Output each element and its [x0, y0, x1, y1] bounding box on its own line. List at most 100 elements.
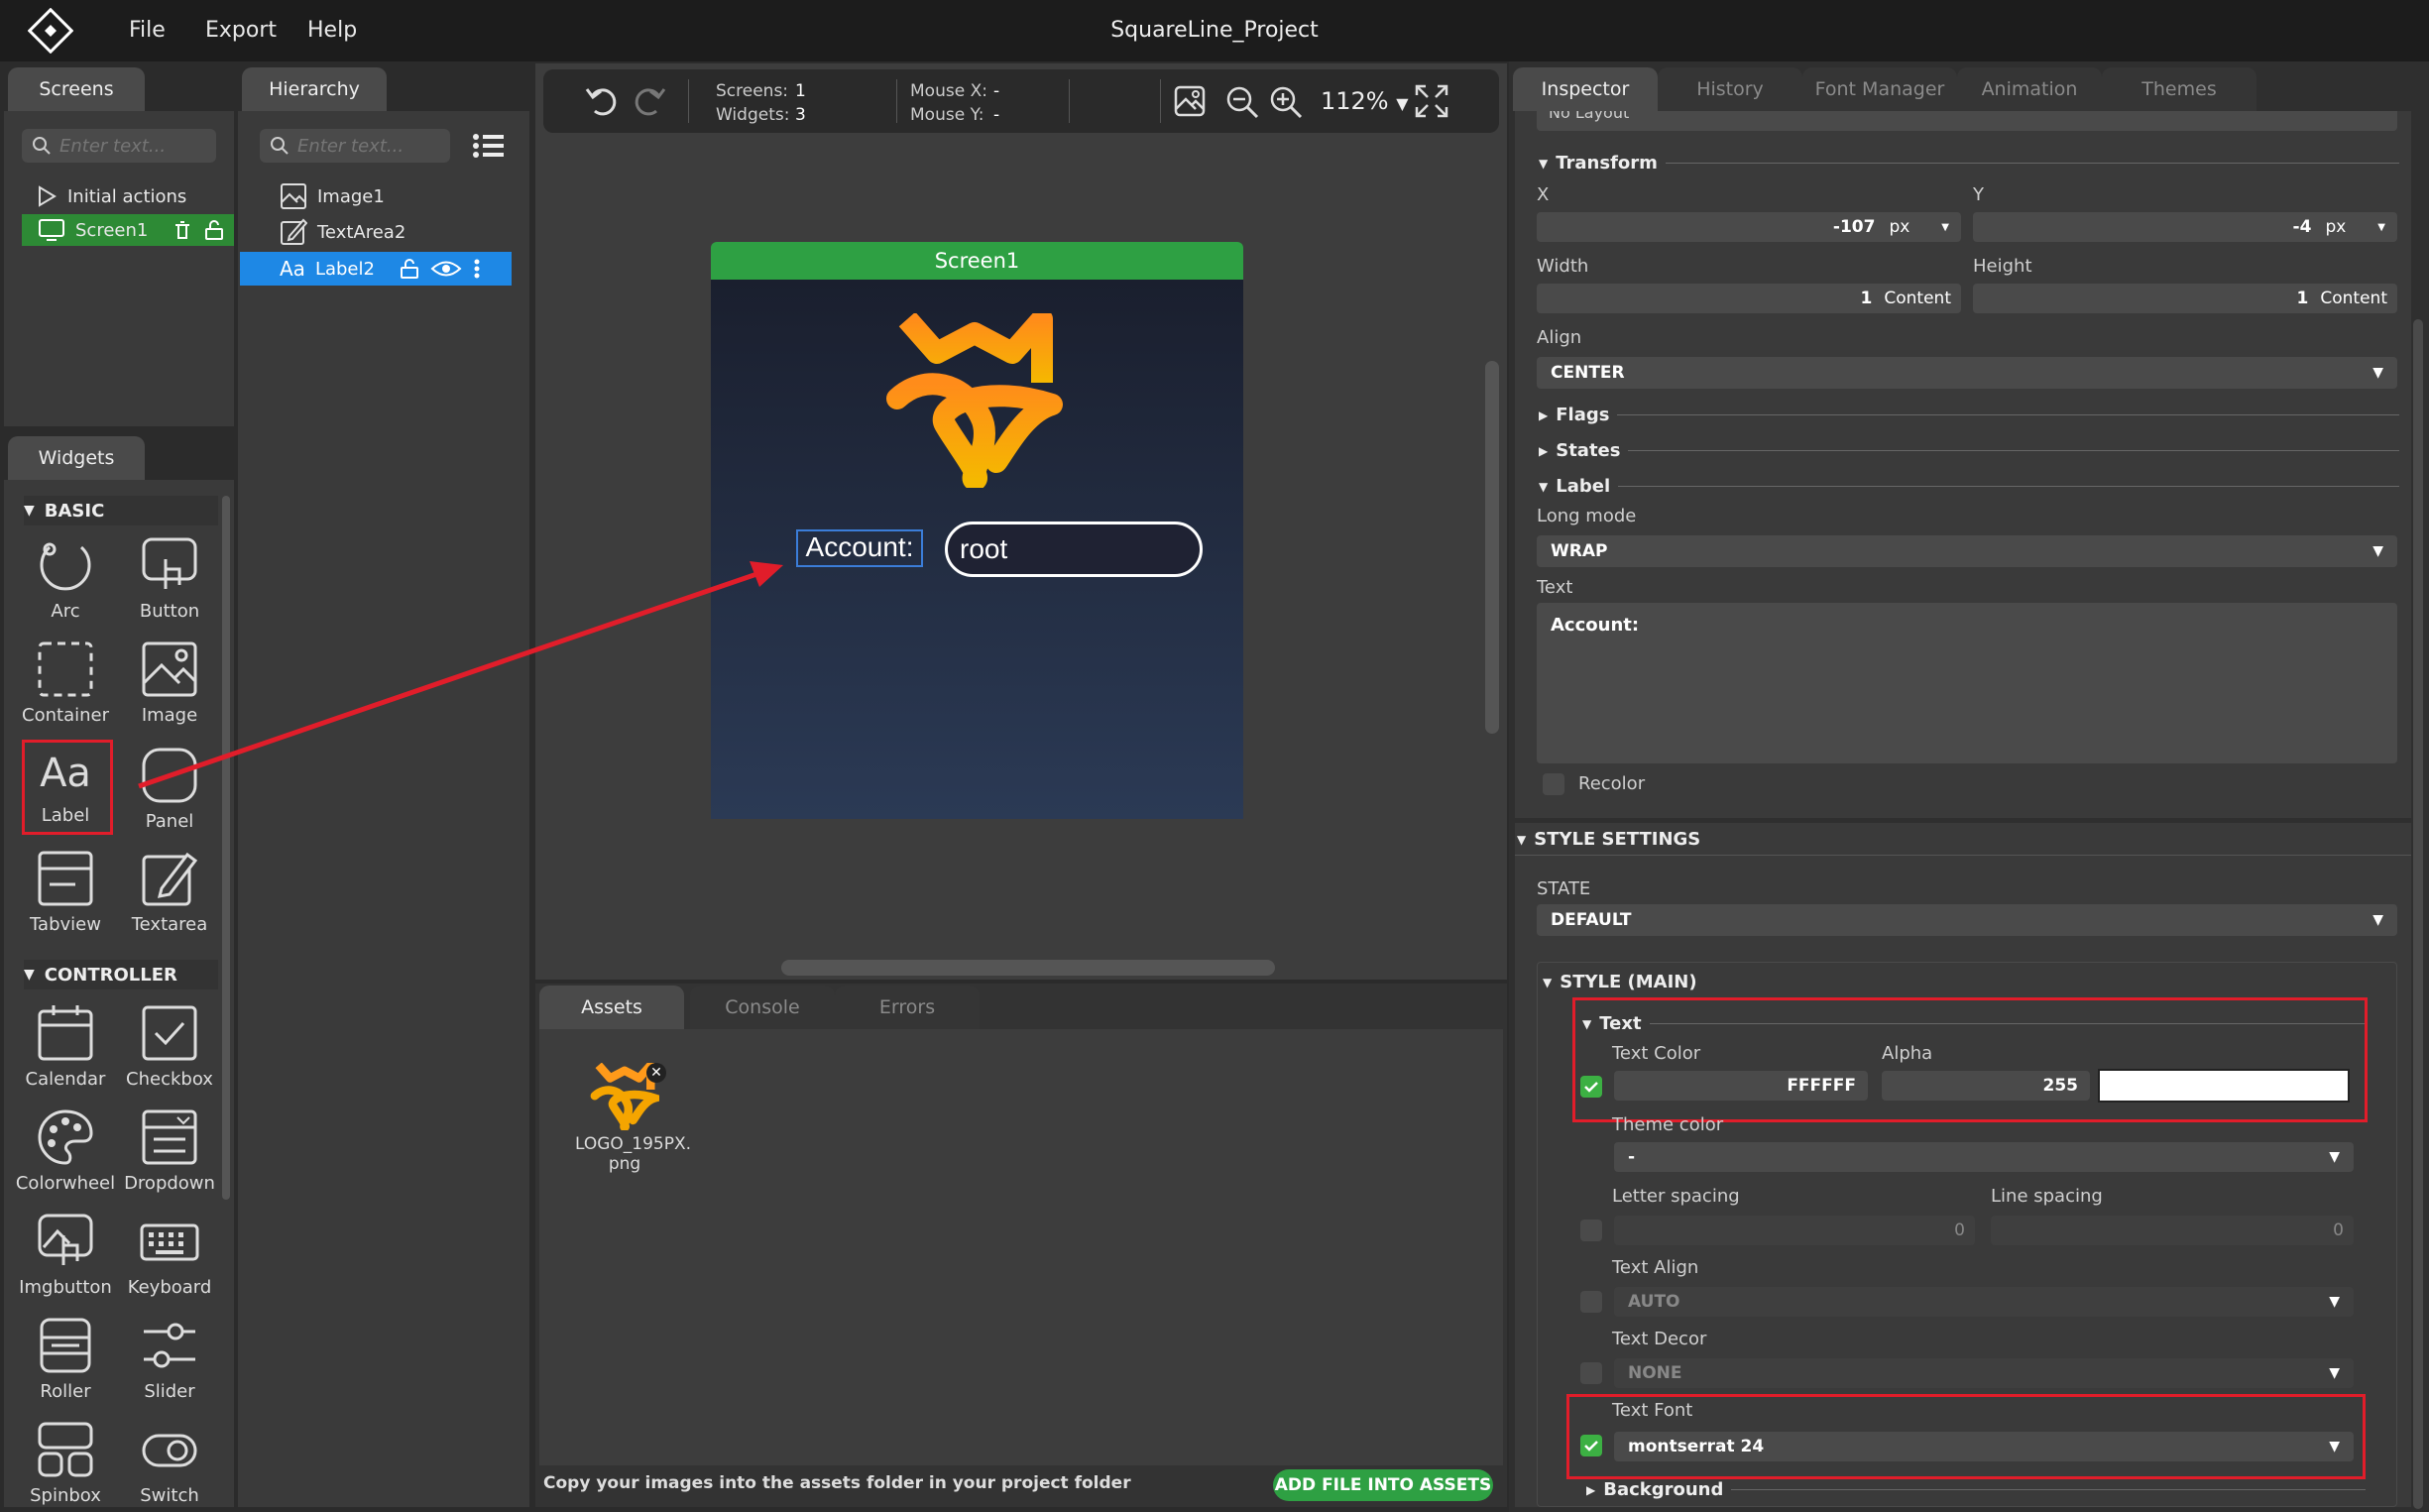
device-screen[interactable]: Account: root	[711, 280, 1243, 819]
text-decor-dropdown[interactable]: NONE ▼	[1614, 1358, 2354, 1388]
text-decor-checkbox[interactable]	[1580, 1362, 1602, 1384]
widget-imgbutton[interactable]: Imgbutton	[14, 1212, 117, 1298]
widget-panel[interactable]: Panel	[118, 746, 221, 832]
inspector-scrollbar[interactable]	[2413, 319, 2423, 1509]
collapse-triangle-icon: ▼	[24, 967, 35, 983]
states-section[interactable]: ▶ States	[1539, 440, 2399, 461]
widget-label-label: Label	[41, 805, 90, 826]
widget-keyboard[interactable]: Keyboard	[118, 1212, 221, 1298]
text-align-dropdown[interactable]: AUTO ▼	[1614, 1287, 2354, 1317]
letter-spacing-checkbox[interactable]	[1580, 1220, 1602, 1241]
theme-color-dropdown[interactable]: - ▼	[1614, 1142, 2354, 1172]
zoom-out-icon[interactable]	[1225, 85, 1259, 119]
widget-textarea[interactable]: Textarea	[118, 849, 221, 935]
text-input[interactable]: Account:	[1537, 603, 2397, 763]
tab-animation[interactable]: Animation	[1957, 67, 2102, 111]
widgets-scrollbar[interactable]	[222, 496, 230, 1200]
height-field[interactable]: 1 Content	[1973, 284, 2397, 313]
panel-icon	[142, 748, 197, 803]
state-dropdown[interactable]: DEFAULT ▼	[1537, 904, 2397, 936]
widget-dropdown[interactable]: Dropdown	[118, 1107, 221, 1194]
widget-image[interactable]: Image	[118, 640, 221, 726]
screen-item-screen1[interactable]: Screen1	[22, 214, 234, 246]
tab-themes[interactable]: Themes	[2102, 67, 2256, 111]
background-image-icon[interactable]	[1174, 85, 1206, 117]
style-settings-section[interactable]: ▼ STYLE SETTINGS	[1517, 829, 1700, 850]
tab-hierarchy[interactable]: Hierarchy	[242, 67, 387, 111]
line-spacing-field[interactable]: 0	[1991, 1216, 2354, 1245]
width-label: Width	[1537, 256, 1589, 277]
canvas-vertical-scrollbar[interactable]	[1485, 361, 1499, 734]
screen1-title-bar[interactable]: Screen1	[711, 242, 1243, 280]
remove-asset-icon[interactable]: ✕	[646, 1063, 666, 1083]
widget-button[interactable]: Button	[118, 535, 221, 622]
unit-dropdown-icon: ▼	[1941, 221, 1949, 233]
widget-slider[interactable]: Slider	[118, 1316, 221, 1402]
text-label: Text	[1537, 577, 1573, 598]
widgets-count-value: 3	[795, 105, 806, 125]
text-align-checkbox[interactable]	[1580, 1291, 1602, 1313]
theme-color-value: -	[1628, 1147, 1636, 1167]
widget-arc[interactable]: Arc	[14, 535, 117, 622]
trash-icon[interactable]	[172, 219, 193, 241]
hierarchy-search[interactable]	[260, 129, 450, 163]
basic-category[interactable]: ▼ BASIC	[24, 496, 218, 525]
widget-switch[interactable]: Switch	[118, 1420, 221, 1506]
widget-calendar[interactable]: Calendar	[14, 1003, 117, 1090]
add-file-into-assets-button[interactable]: ADD FILE INTO ASSETS	[1273, 1469, 1493, 1501]
x-field[interactable]: -107 px ▼	[1537, 212, 1961, 242]
undo-icon[interactable]	[583, 81, 623, 121]
screens-count-label: Screens:	[716, 81, 789, 101]
imgbutton-icon	[38, 1214, 93, 1265]
tab-font-manager[interactable]: Font Manager	[1802, 67, 1957, 111]
zoom-in-icon[interactable]	[1269, 85, 1303, 119]
tab-console[interactable]: Console	[690, 986, 835, 1029]
background-section[interactable]: ▶ Background	[1586, 1479, 2366, 1500]
zoom-level[interactable]: 112% ▼	[1321, 87, 1409, 115]
recolor-checkbox[interactable]	[1543, 773, 1564, 795]
flags-section[interactable]: ▶ Flags	[1539, 405, 2399, 425]
widget-container[interactable]: Container	[14, 640, 117, 726]
long-mode-dropdown[interactable]: WRAP ▼	[1537, 535, 2397, 567]
unlock-icon[interactable]	[203, 219, 225, 241]
letter-spacing-field[interactable]: 0	[1614, 1216, 1975, 1245]
eye-icon[interactable]	[430, 258, 462, 280]
layout-dropdown-cut[interactable]: No Layout	[1537, 111, 2397, 131]
widget-label[interactable]: Aa Label	[14, 746, 117, 826]
account-label[interactable]: Account:	[796, 529, 923, 567]
tab-screens[interactable]: Screens	[8, 67, 145, 111]
screens-search-input[interactable]	[59, 135, 208, 157]
widget-roller[interactable]: Roller	[14, 1316, 117, 1402]
y-field[interactable]: -4 px ▼	[1973, 212, 2397, 242]
redo-icon[interactable]	[629, 81, 668, 121]
widget-spinbox[interactable]: Spinbox	[14, 1420, 117, 1506]
widget-tabview[interactable]: Tabview	[14, 849, 117, 935]
tab-inspector[interactable]: Inspector	[1513, 67, 1658, 111]
width-field[interactable]: 1 Content	[1537, 284, 1961, 313]
hierarchy-item-image1[interactable]: Image1	[280, 182, 385, 210]
initial-actions-item[interactable]: Initial actions	[36, 184, 186, 208]
tab-errors[interactable]: Errors	[835, 986, 980, 1029]
list-view-icon[interactable]	[472, 131, 506, 161]
hierarchy-item-label2[interactable]: Aa Label2	[240, 252, 512, 286]
fox-logo-image[interactable]	[885, 313, 1064, 488]
label-section[interactable]: ▼ Label	[1539, 476, 2399, 497]
tab-assets[interactable]: Assets	[539, 986, 684, 1029]
unlock-icon[interactable]	[399, 258, 420, 280]
tab-widgets[interactable]: Widgets	[8, 436, 145, 480]
widget-switch-label: Switch	[140, 1485, 199, 1506]
widget-colorwheel[interactable]: Colorwheel	[14, 1107, 117, 1194]
mouse-y-label: Mouse Y:	[910, 105, 984, 125]
canvas-horizontal-scrollbar[interactable]	[781, 960, 1275, 976]
transform-section[interactable]: ▼ Transform	[1539, 153, 2399, 174]
hierarchy-search-input[interactable]	[297, 135, 446, 157]
hierarchy-item-textarea2[interactable]: TextArea2	[280, 218, 405, 246]
more-vertical-icon[interactable]	[472, 258, 482, 280]
widget-checkbox[interactable]: Checkbox	[118, 1003, 221, 1090]
screens-search[interactable]	[22, 129, 216, 163]
controller-category[interactable]: ▼ CONTROLLER	[24, 960, 218, 989]
root-textarea[interactable]: root	[945, 522, 1203, 577]
fullscreen-icon[interactable]	[1414, 83, 1449, 119]
align-dropdown[interactable]: CENTER ▼	[1537, 357, 2397, 389]
tab-history[interactable]: History	[1658, 67, 1802, 111]
